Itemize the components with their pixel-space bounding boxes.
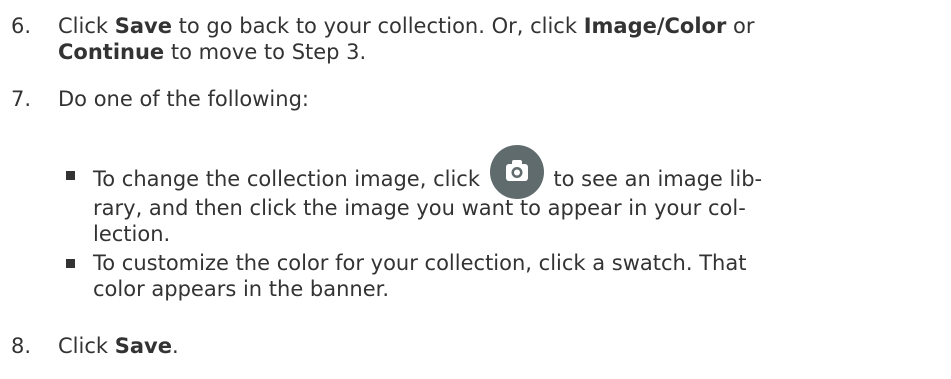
step-line: Continue to move to Step 3. [58, 40, 367, 64]
step-number: 7. [11, 87, 32, 111]
step-text: Do one of the following: [58, 87, 309, 111]
continue-label: Continue [58, 40, 165, 64]
bullet-text: To customize the color for your collecti… [93, 251, 747, 301]
save-label: Save [114, 334, 172, 358]
image-color-label: Image/Color [583, 14, 727, 38]
step-text: Click Save. [58, 334, 179, 358]
bullet-text-continued: rary, and then click the image you want … [93, 196, 746, 246]
step-line: Click Save to go back to your collection… [58, 14, 755, 38]
step-text: Click Save to go back to your collection… [58, 13, 948, 65]
camera-icon [489, 144, 545, 200]
bullet-marker [66, 259, 75, 268]
save-label: Save [114, 14, 172, 38]
bullet-marker [66, 171, 75, 180]
step-number: 8. [11, 334, 32, 358]
step-number: 6. [11, 14, 32, 38]
